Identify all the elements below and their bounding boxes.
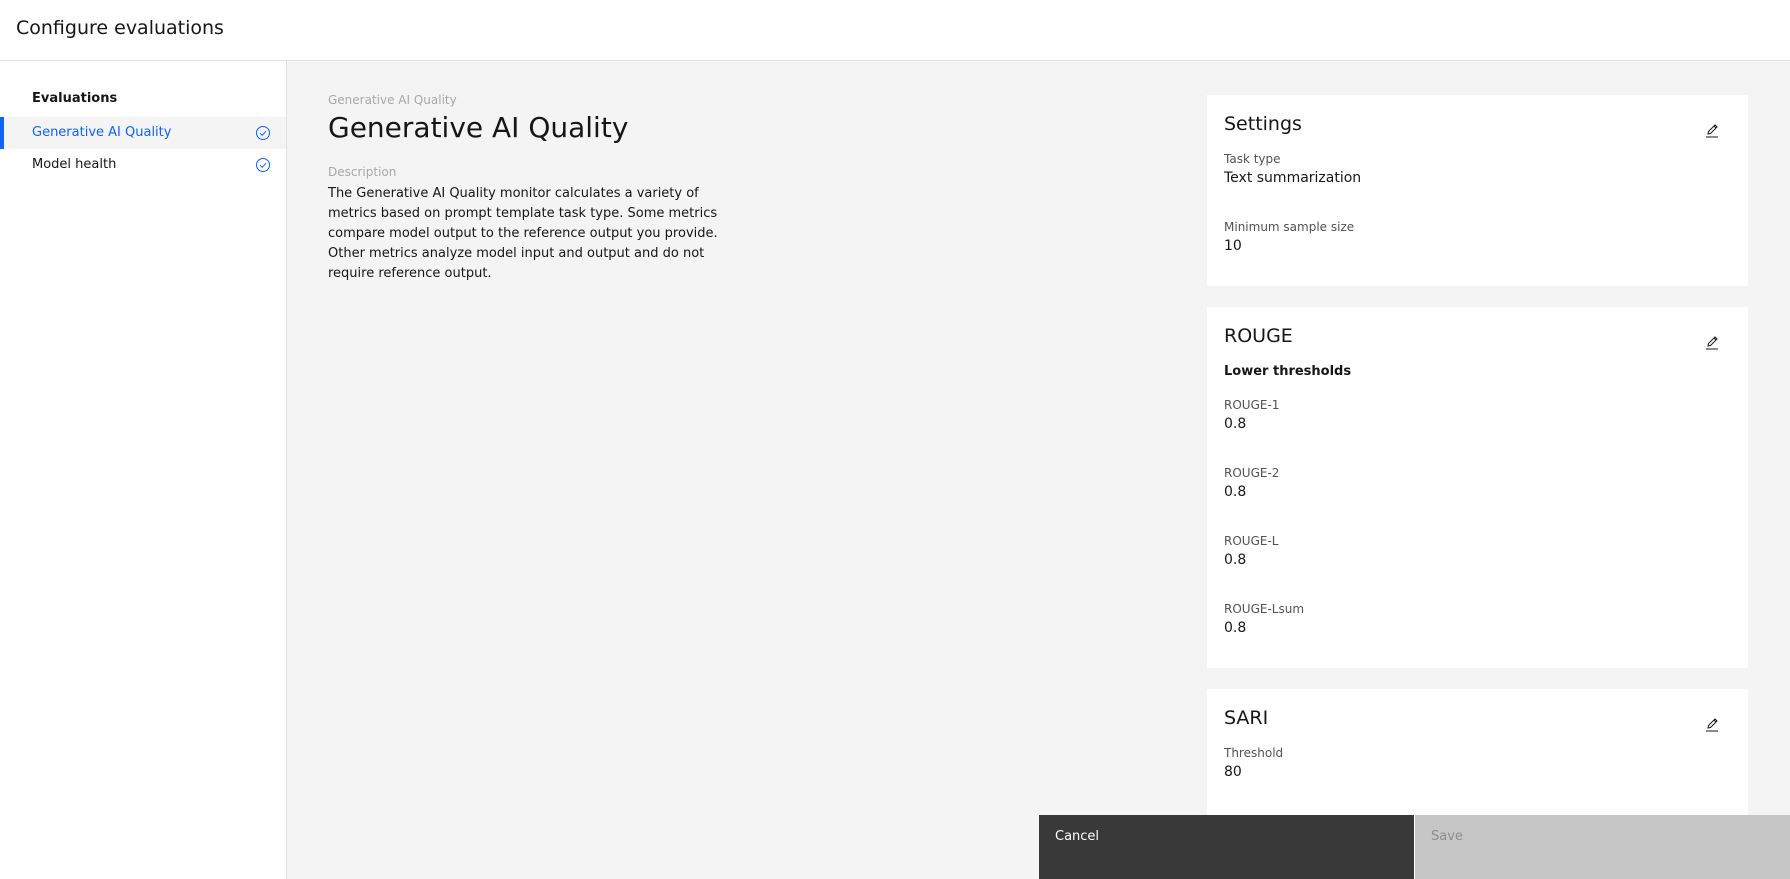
field-label: ROUGE-1 bbox=[1224, 398, 1280, 412]
field-threshold: Threshold 80 bbox=[1224, 745, 1283, 782]
settings-card: Settings Task type Text summarization Mi… bbox=[1207, 95, 1748, 286]
page-header: Configure evaluations bbox=[0, 0, 1790, 61]
page-header-title: Configure evaluations bbox=[16, 17, 224, 39]
field-label: ROUGE-L bbox=[1224, 534, 1279, 548]
edit-icon[interactable] bbox=[1704, 122, 1720, 138]
field-rouge-2: ROUGE-2 0.8 bbox=[1224, 465, 1279, 502]
description-text: The Generative AI Quality monitor calcul… bbox=[328, 186, 718, 281]
field-value: 0.8 bbox=[1224, 484, 1247, 500]
field-value: 0.8 bbox=[1224, 620, 1247, 636]
sidebar-item-label: Generative AI Quality bbox=[32, 125, 172, 140]
cancel-button[interactable]: Cancel bbox=[1039, 815, 1414, 879]
sidebar-item-label: Model health bbox=[32, 157, 117, 172]
main-content: Generative AI Quality Generative AI Qual… bbox=[288, 61, 1790, 879]
field-rouge-lsum: ROUGE-Lsum 0.8 bbox=[1224, 601, 1304, 638]
sidebar-item-generative-ai-quality[interactable]: Generative AI Quality bbox=[0, 117, 286, 149]
field-label: Threshold bbox=[1224, 746, 1284, 760]
breadcrumb: Generative AI Quality bbox=[328, 93, 457, 107]
save-button-label: Save bbox=[1431, 829, 1463, 844]
field-label: ROUGE-Lsum bbox=[1224, 602, 1305, 616]
field-minimum-sample-size: Minimum sample size 10 bbox=[1224, 219, 1354, 256]
card-title: Settings bbox=[1224, 113, 1302, 135]
card-title: ROUGE bbox=[1224, 325, 1293, 347]
field-label: ROUGE-2 bbox=[1224, 466, 1280, 480]
save-button[interactable]: Save bbox=[1415, 815, 1790, 879]
sidebar-heading: Evaluations bbox=[32, 91, 118, 106]
checkmark-outline-icon bbox=[256, 126, 270, 140]
field-task-type: Task type Text summarization bbox=[1224, 151, 1361, 188]
field-value: Text summarization bbox=[1224, 170, 1362, 186]
field-label: Task type bbox=[1224, 152, 1281, 166]
field-value: 10 bbox=[1224, 238, 1242, 254]
field-rouge-1: ROUGE-1 0.8 bbox=[1224, 397, 1279, 434]
description-label: Description bbox=[328, 165, 397, 179]
lower-thresholds-heading: Lower thresholds bbox=[1224, 364, 1352, 379]
edit-icon[interactable] bbox=[1704, 334, 1720, 350]
field-value: 0.8 bbox=[1224, 416, 1247, 432]
card-title: SARI bbox=[1224, 707, 1269, 729]
field-value: 0.8 bbox=[1224, 552, 1247, 568]
edit-icon[interactable] bbox=[1704, 716, 1720, 732]
footer-actions: Cancel Save bbox=[1039, 815, 1790, 879]
sidebar: Evaluations Generative AI Quality Model … bbox=[0, 61, 287, 879]
field-rouge-l: ROUGE-L 0.8 bbox=[1224, 533, 1278, 570]
field-value: 80 bbox=[1224, 764, 1242, 780]
field-label: Minimum sample size bbox=[1224, 220, 1355, 234]
rouge-card: ROUGE Lower thresholds ROUGE-1 0.8 ROUGE… bbox=[1207, 307, 1748, 668]
page-title: Generative AI Quality bbox=[328, 111, 629, 144]
sidebar-item-model-health[interactable]: Model health bbox=[0, 149, 286, 181]
checkmark-outline-icon bbox=[256, 158, 270, 172]
cancel-button-label: Cancel bbox=[1055, 829, 1100, 844]
